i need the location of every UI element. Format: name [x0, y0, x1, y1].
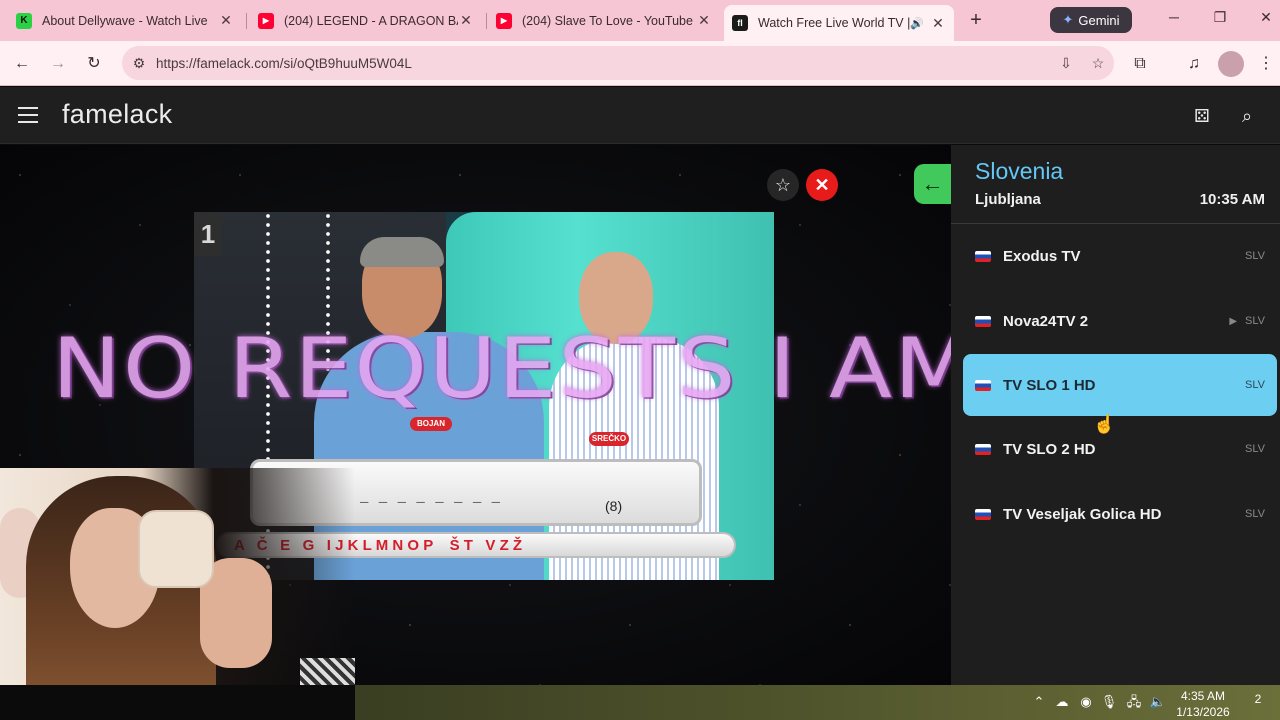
show-hidden-icons-icon[interactable]: ⌃: [1030, 693, 1048, 711]
contestant-badge: SREČKO: [589, 432, 629, 446]
slovenia-flag-icon: [975, 443, 991, 455]
microphone-icon[interactable]: 🎙: [1100, 693, 1118, 711]
divider: [951, 223, 1280, 224]
channel-name: TV SLO 2 HD: [1003, 440, 1096, 458]
mug-image: [138, 510, 214, 588]
puzzle-letter-count: (8): [605, 498, 623, 514]
media-controls-icon[interactable]: ♫: [1182, 52, 1206, 76]
more-menu-icon[interactable]: ⋮: [1254, 52, 1278, 76]
channel-language: SLV: [1245, 379, 1265, 391]
close-tab-icon[interactable]: ✕: [218, 12, 234, 29]
gemini-button[interactable]: ✦ Gemini: [1050, 7, 1132, 33]
channel-logo: 1: [194, 212, 222, 256]
famelack-favicon-icon: fl: [732, 15, 748, 31]
browser-tab-strip: K About Dellywave - Watch Live ✕ ▶ (204)…: [0, 0, 1280, 41]
gemini-sparkle-icon: ✦: [1062, 12, 1074, 27]
network-icon[interactable]: 🖧: [1125, 693, 1143, 711]
audio-playing-icon[interactable]: 🔊: [910, 17, 924, 30]
channel-name: Exodus TV: [1003, 247, 1081, 265]
new-tab-button[interactable]: +: [964, 8, 988, 32]
channel-item-active[interactable]: TV SLO 1 HD SLV: [963, 354, 1277, 416]
browser-tab-title: (204) LEGEND - A DRAGON BA: [284, 13, 458, 28]
search-icon[interactable]: ⌕: [1234, 103, 1260, 129]
onedrive-cloud-icon[interactable]: ☁: [1053, 693, 1071, 711]
browser-tab-active[interactable]: fl Watch Free Live World TV | 🔊 ✕: [724, 5, 954, 41]
slovenia-flag-icon: [975, 508, 991, 520]
bookmark-star-icon[interactable]: ☆: [1082, 55, 1114, 72]
webcam-icon[interactable]: ◉: [1077, 693, 1095, 711]
channel-item[interactable]: Nova24TV 2 ▶ SLV: [963, 290, 1277, 352]
site-info-icon[interactable]: ⚙: [122, 55, 156, 72]
channel-name: TV Veseljak Golica HD: [1003, 505, 1162, 523]
browser-tab-title: About Dellywave - Watch Live: [42, 13, 208, 28]
address-bar[interactable]: ⚙ https://famelack.com/si/oQtB9huuM5W04L…: [122, 46, 1114, 80]
slovenia-flag-icon: [975, 250, 991, 262]
close-player-icon[interactable]: ✕: [806, 169, 838, 201]
browser-toolbar: ← → ↻ ⚙ https://famelack.com/si/oQtB9huu…: [0, 41, 1280, 86]
close-window-icon[interactable]: ✕: [1256, 9, 1276, 31]
browser-tab-title: (204) Slave To Love - YouTube: [522, 13, 693, 28]
slovenia-flag-icon: [975, 315, 991, 327]
favorite-star-icon[interactable]: ☆: [767, 169, 799, 201]
browser-tab[interactable]: K About Dellywave - Watch Live ✕: [8, 5, 242, 36]
city-label: Ljubljana: [975, 191, 1041, 208]
taskbar-clock[interactable]: 4:35 AM 1/13/2026: [1168, 688, 1238, 720]
close-tab-icon[interactable]: ✕: [696, 12, 712, 29]
hand-cursor-icon: ☝: [1093, 414, 1116, 434]
browser-tab-title: Watch Free Live World TV |: [758, 16, 911, 30]
contestant-badge: BOJAN: [410, 417, 452, 431]
youtube-favicon-icon: ▶: [496, 12, 512, 29]
app-header: famelack ⚄ ⌕: [0, 87, 1280, 144]
channel-item[interactable]: Exodus TV SLV: [963, 225, 1277, 287]
channel-sidebar: Slovenia Ljubljana 10:35 AM Exodus TV SL…: [951, 145, 1280, 685]
extensions-icon[interactable]: ⧉: [1128, 52, 1152, 76]
channel-language: SLV: [1245, 508, 1265, 520]
minimize-window-icon[interactable]: ─: [1164, 9, 1184, 31]
brand-logo[interactable]: famelack: [62, 99, 172, 130]
back-arrow-icon[interactable]: ←: [10, 52, 34, 76]
windows-taskbar: ⌃ ☁ ◉ 🎙 🖧 🔈: [355, 685, 1280, 720]
country-title: Slovenia: [975, 158, 1064, 184]
channel-name: TV SLO 1 HD: [1003, 376, 1096, 394]
notification-center-icon[interactable]: 2: [1246, 692, 1270, 714]
channel-item[interactable]: TV Veseljak Golica HD SLV: [963, 483, 1277, 545]
kick-favicon-icon: K: [16, 12, 32, 29]
volume-icon[interactable]: 🔈: [1149, 693, 1167, 711]
restore-window-icon[interactable]: ❐: [1210, 9, 1230, 31]
profile-avatar[interactable]: [1218, 51, 1244, 77]
install-app-icon[interactable]: ⇩: [1050, 55, 1082, 72]
browser-tab[interactable]: ▶ (204) Slave To Love - YouTube ✕: [488, 5, 720, 36]
notification-count: 2: [1254, 692, 1262, 706]
back-arrow-icon[interactable]: ←: [914, 164, 951, 204]
clock-date: 1/13/2026: [1176, 705, 1230, 719]
puzzle-blanks: _ _ _ _ _ _ _ _: [360, 490, 502, 506]
youtube-favicon-icon: ▶: [258, 12, 274, 29]
channel-language: SLV: [1245, 250, 1265, 262]
stream-overlay-text: NO REQUESTS I AM COOKING RN: [52, 320, 951, 417]
random-dice-icon[interactable]: ⚄: [1189, 103, 1215, 129]
video-player[interactable]: 1 SREČKO BOJAN _ _ _ _ _ _ _ _ (8) A Č E…: [0, 145, 951, 685]
video-source-icon: ▶: [1229, 315, 1238, 327]
gemini-label: Gemini: [1078, 12, 1120, 28]
close-tab-icon[interactable]: ✕: [458, 12, 474, 29]
channel-name: Nova24TV 2: [1003, 312, 1089, 330]
clock-time: 4:35 AM: [1180, 689, 1226, 703]
slovenia-flag-icon: [975, 379, 991, 391]
reload-icon[interactable]: ↻: [82, 52, 106, 76]
channel-language: SLV: [1245, 315, 1265, 327]
close-tab-icon[interactable]: ✕: [930, 15, 946, 32]
browser-tab[interactable]: ▶ (204) LEGEND - A DRAGON BA ✕: [250, 5, 482, 36]
channel-language: SLV: [1245, 443, 1265, 455]
local-time: 10:35 AM: [1199, 191, 1265, 208]
hamburger-menu-icon[interactable]: [18, 107, 38, 123]
url-text[interactable]: https://famelack.com/si/oQtB9huuM5W04L: [156, 56, 1050, 71]
channel-item[interactable]: TV SLO 2 HD SLV: [963, 418, 1277, 480]
streamer-webcam: [0, 468, 355, 685]
forward-arrow-icon[interactable]: →: [46, 52, 70, 76]
